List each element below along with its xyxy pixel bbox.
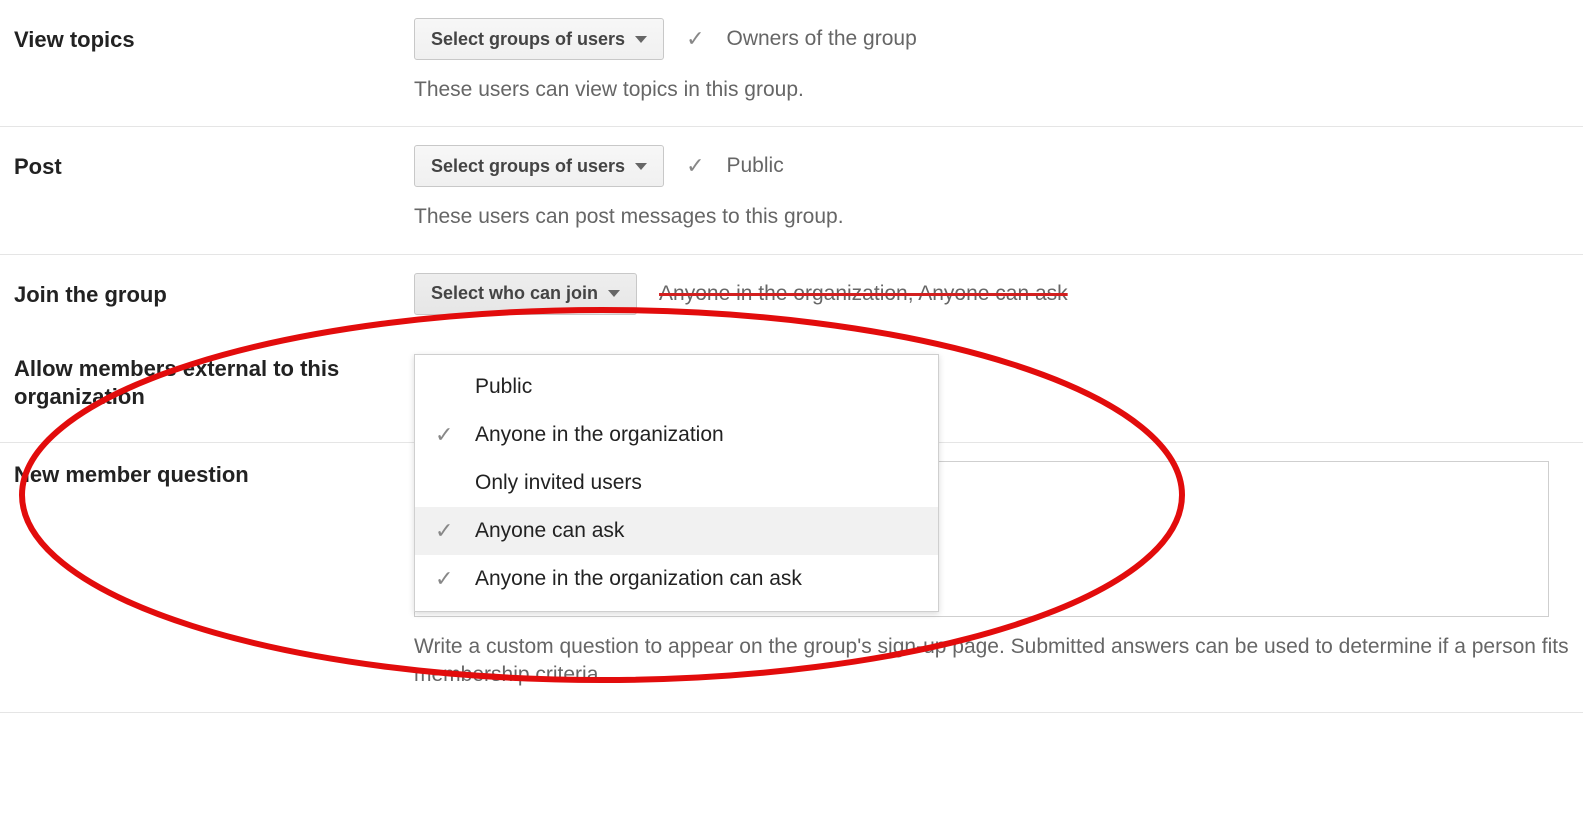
row-view-topics: View topics Select groups of users ✓ Own… <box>0 0 1583 127</box>
menu-item-label: Public <box>475 375 924 399</box>
check-icon: ✓ <box>435 566 475 592</box>
check-icon: ✓ <box>686 28 704 50</box>
dropdown-post[interactable]: Select groups of users <box>414 145 664 187</box>
desc-view-topics: These users can view topics in this grou… <box>414 76 1569 104</box>
check-icon: ✓ <box>435 518 475 544</box>
menu-item[interactable]: ✓Anyone in the organization can ask <box>415 555 938 603</box>
desc-new-member-question: Write a custom question to appear on the… <box>414 633 1569 690</box>
join-dropdown-menu: Public✓Anyone in the organizationOnly in… <box>414 354 939 612</box>
caret-icon <box>608 290 620 297</box>
dropdown-view-topics-label: Select groups of users <box>431 29 625 50</box>
label-join: Join the group <box>14 273 414 310</box>
label-allow-external: Allow members external to this organizat… <box>14 355 414 412</box>
value-post: Select groups of users ✓ Public These us… <box>414 145 1569 231</box>
label-view-topics: View topics <box>14 18 414 55</box>
menu-item[interactable]: Only invited users <box>415 459 938 507</box>
dropdown-view-topics[interactable]: Select groups of users <box>414 18 664 60</box>
menu-item-label: Anyone can ask <box>475 519 924 543</box>
value-join: Select who can join Anyone in the organi… <box>414 273 1569 315</box>
desc-post: These users can post messages to this gr… <box>414 203 1569 231</box>
dropdown-post-label: Select groups of users <box>431 156 625 177</box>
row-post: Post Select groups of users ✓ Public The… <box>0 127 1583 254</box>
caret-icon <box>635 163 647 170</box>
row-join: Join the group Select who can join Anyon… <box>0 255 1583 325</box>
dropdown-join-label: Select who can join <box>431 283 598 304</box>
dropdown-join[interactable]: Select who can join <box>414 273 637 315</box>
menu-item[interactable]: ✓Anyone can ask <box>415 507 938 555</box>
check-icon: ✓ <box>435 422 475 448</box>
summary-post: Public <box>727 154 784 178</box>
check-icon: ✓ <box>686 155 704 177</box>
menu-item-label: Only invited users <box>475 471 924 495</box>
summary-join: Anyone in the organization, Anyone can a… <box>659 282 1068 306</box>
menu-item[interactable]: Public <box>415 363 938 411</box>
caret-icon <box>635 36 647 43</box>
value-view-topics: Select groups of users ✓ Owners of the g… <box>414 18 1569 104</box>
summary-view-topics: Owners of the group <box>727 27 917 51</box>
label-post: Post <box>14 145 414 182</box>
label-new-member-question: New member question <box>14 461 414 490</box>
menu-item[interactable]: ✓Anyone in the organization <box>415 411 938 459</box>
menu-item-label: Anyone in the organization <box>475 423 924 447</box>
menu-item-label: Anyone in the organization can ask <box>475 567 924 591</box>
